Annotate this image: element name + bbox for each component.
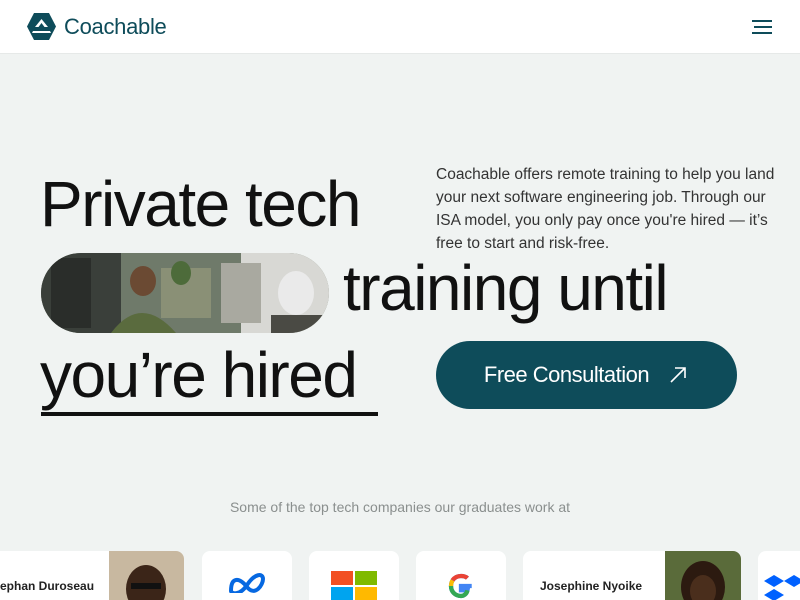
headline-line-2: training until bbox=[343, 252, 669, 324]
hero-intro-text: Coachable offers remote training to help… bbox=[436, 166, 775, 252]
company-card-meta bbox=[202, 551, 292, 600]
graduate-name: Josephine Nyoike bbox=[540, 579, 643, 593]
hamburger-menu-icon[interactable] bbox=[749, 17, 775, 37]
coachable-logo-icon bbox=[27, 13, 56, 40]
site-header: Coachable bbox=[0, 0, 800, 54]
meta-logo-icon bbox=[229, 573, 266, 593]
cta-label: Free Consultation bbox=[483, 362, 650, 387]
graduate-name: ephan Duroseau bbox=[0, 579, 95, 593]
company-card-google bbox=[416, 551, 506, 600]
graduate-photo bbox=[665, 551, 741, 600]
google-logo-icon bbox=[448, 573, 472, 599]
company-card-microsoft bbox=[309, 551, 399, 600]
brand-name: Coachable bbox=[64, 13, 167, 39]
microsoft-logo-icon bbox=[331, 571, 377, 600]
headline-line-1: Private tech bbox=[40, 168, 361, 240]
headline-line-3: you’re hired bbox=[40, 339, 358, 411]
graduate-card[interactable]: Josephine Nyoike bbox=[523, 551, 741, 600]
dropbox-logo-icon bbox=[764, 575, 800, 600]
companies-caption: Some of the top tech companies our gradu… bbox=[229, 499, 571, 515]
headline-underline bbox=[41, 412, 378, 416]
graduate-card[interactable]: ephan Duroseau bbox=[0, 551, 184, 600]
brand-logo[interactable]: Coachable bbox=[27, 12, 167, 41]
hero-photo bbox=[41, 253, 329, 333]
graduate-photo bbox=[109, 551, 184, 600]
company-card-dropbox bbox=[758, 551, 800, 600]
arrow-up-right-icon bbox=[670, 367, 686, 383]
free-consultation-button[interactable]: Free Consultation bbox=[436, 341, 737, 409]
